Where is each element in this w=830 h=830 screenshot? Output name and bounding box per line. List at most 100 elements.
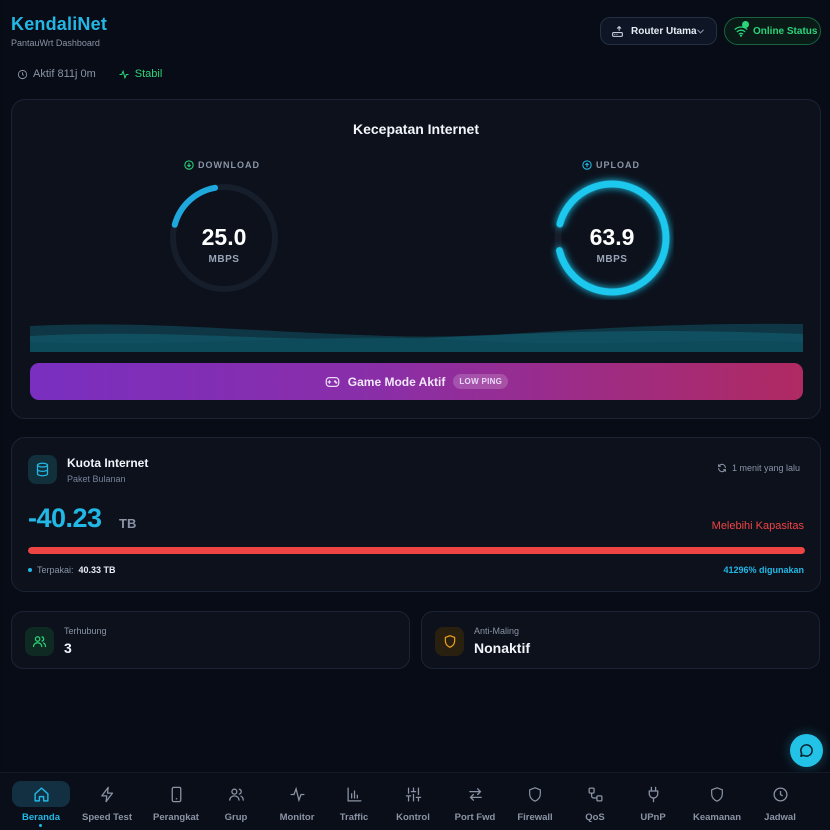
upload-unit: MBPS (596, 254, 628, 265)
nav-label: QoS (585, 812, 605, 823)
users-icon (25, 627, 54, 656)
nav-label: Keamanan (692, 812, 742, 823)
nav-item-perangkat[interactable]: Perangkat (147, 781, 205, 825)
nav-label: Beranda (21, 812, 60, 823)
download-icon (184, 160, 194, 170)
nav-item-grup[interactable]: Grup (207, 781, 265, 825)
router-icon (612, 25, 623, 37)
chevron-down-icon (697, 29, 704, 34)
upload-icon (582, 160, 592, 170)
upload-label: UPLOAD (582, 160, 640, 170)
online-indicator-dot (742, 21, 749, 28)
nav-label: Kontrol (396, 812, 430, 823)
quota-value: -40.23 (28, 503, 102, 533)
quota-updated-label: 1 menit yang lalu (731, 463, 800, 473)
nav-label: UPnP (640, 812, 666, 823)
stability-label: Stabil (134, 68, 163, 80)
nav-item-port-fwd[interactable]: Port Fwd (446, 781, 504, 825)
traffic-wave (30, 323, 803, 352)
quota-progress-track (28, 547, 805, 554)
bolt-icon (78, 781, 136, 807)
shield-icon (688, 781, 746, 807)
brand: KendaliNet PantauWrt Dashboard (11, 14, 107, 48)
bar-chart-icon (325, 781, 383, 807)
router-select-button[interactable]: Router Utama (600, 17, 717, 45)
connected-value: 3 (64, 640, 72, 656)
nav-item-beranda[interactable]: Beranda (12, 781, 70, 825)
plug-icon (624, 781, 682, 807)
game-mode-button[interactable]: Game Mode Aktif LOW PING (30, 363, 803, 400)
online-status-label: Online Status (753, 25, 818, 37)
quota-used-label: Terpakai: (37, 565, 74, 575)
active-nav-indicator (39, 824, 42, 827)
used-dot (28, 568, 32, 572)
stability-info: Stabil (118, 68, 163, 80)
quota-unit: TB (119, 516, 137, 531)
refresh-icon (718, 463, 726, 473)
nav-label: Monitor (279, 812, 315, 823)
quota-title: Kuota Internet (67, 456, 149, 470)
antitheft-label: Anti-Maling (474, 626, 520, 636)
nav-item-keamanan[interactable]: Keamanan (688, 781, 746, 825)
quota-status: Melebihi Kapasitas (711, 520, 804, 532)
clock-icon (17, 69, 28, 79)
nav-item-firewall[interactable]: Firewall (506, 781, 564, 825)
phone-icon (147, 781, 205, 807)
meta-row: Aktif 811j 0m Stabil (17, 68, 162, 80)
nav-item-kontrol[interactable]: Kontrol (384, 781, 442, 825)
upload-label-text: UPLOAD (596, 160, 640, 170)
network-icon (566, 781, 624, 807)
quota-used: Terpakai: 40.33 TB (28, 565, 116, 575)
shield-icon (506, 781, 564, 807)
speed-title: Kecepatan Internet (352, 121, 480, 137)
nav-item-speed-test[interactable]: Speed Test (78, 781, 136, 825)
shield-icon (435, 627, 464, 656)
quota-used-value: 40.33 TB (78, 565, 116, 575)
nav-label: Jadwal (764, 812, 796, 823)
arrows-icon (446, 781, 504, 807)
uptime-info: Aktif 811j 0m (17, 68, 96, 80)
quota-progress-fill (28, 547, 805, 554)
quota-percent: 41296% digunakan (723, 565, 804, 575)
chat-button[interactable] (790, 734, 823, 767)
nav-item-qos[interactable]: QoS (566, 781, 624, 825)
quota-subtitle: Paket Bulanan (67, 474, 126, 484)
speed-card: Kecepatan Internet DOWNLOAD 25.0 MBPS UP… (11, 99, 821, 419)
nav-item-upnp[interactable]: UPnP (624, 781, 682, 825)
upload-value: 63.9 (589, 224, 635, 250)
app-frame: KendaliNet PantauWrt Dashboard Router Ut… (3, 0, 827, 830)
users-icon (207, 781, 265, 807)
online-status-button[interactable]: Online Status (724, 17, 821, 45)
uptime-label: Aktif 811j 0m (33, 68, 96, 80)
pulse-icon (119, 69, 129, 79)
download-value: 25.0 (201, 224, 247, 250)
nav-label: Grup (224, 812, 248, 823)
nav-label: Traffic (339, 812, 369, 823)
nav-label: Speed Test (82, 812, 132, 823)
download-unit: MBPS (208, 254, 240, 265)
game-mode-label: Game Mode Aktif (347, 374, 446, 389)
app-title: KendaliNet (11, 14, 108, 34)
database-icon (28, 455, 57, 484)
download-label-text: DOWNLOAD (198, 160, 260, 170)
home-icon (12, 781, 70, 807)
antitheft-card[interactable]: Anti-Maling Nonaktif (421, 611, 820, 669)
connected-label: Terhubung (64, 626, 107, 636)
chat-icon (800, 744, 813, 757)
clock-icon (751, 781, 809, 807)
quota-refresh[interactable]: 1 menit yang lalu (717, 463, 800, 473)
sliders-icon (384, 781, 442, 807)
nav-item-jadwal[interactable]: Jadwal (751, 781, 809, 825)
gamepad-icon (325, 376, 340, 387)
antitheft-value: Nonaktif (474, 640, 530, 656)
connected-card[interactable]: Terhubung 3 (11, 611, 410, 669)
nav-item-traffic[interactable]: Traffic (325, 781, 383, 825)
pulse-icon (268, 781, 326, 807)
nav-label: Port Fwd (454, 812, 496, 823)
low-ping-badge: LOW PING (453, 374, 509, 389)
router-label: Router Utama (631, 25, 697, 37)
download-label: DOWNLOAD (184, 160, 260, 170)
nav-item-monitor[interactable]: Monitor (268, 781, 326, 825)
app-subtitle: PantauWrt Dashboard (11, 38, 100, 48)
nav-label: Perangkat (153, 812, 199, 823)
